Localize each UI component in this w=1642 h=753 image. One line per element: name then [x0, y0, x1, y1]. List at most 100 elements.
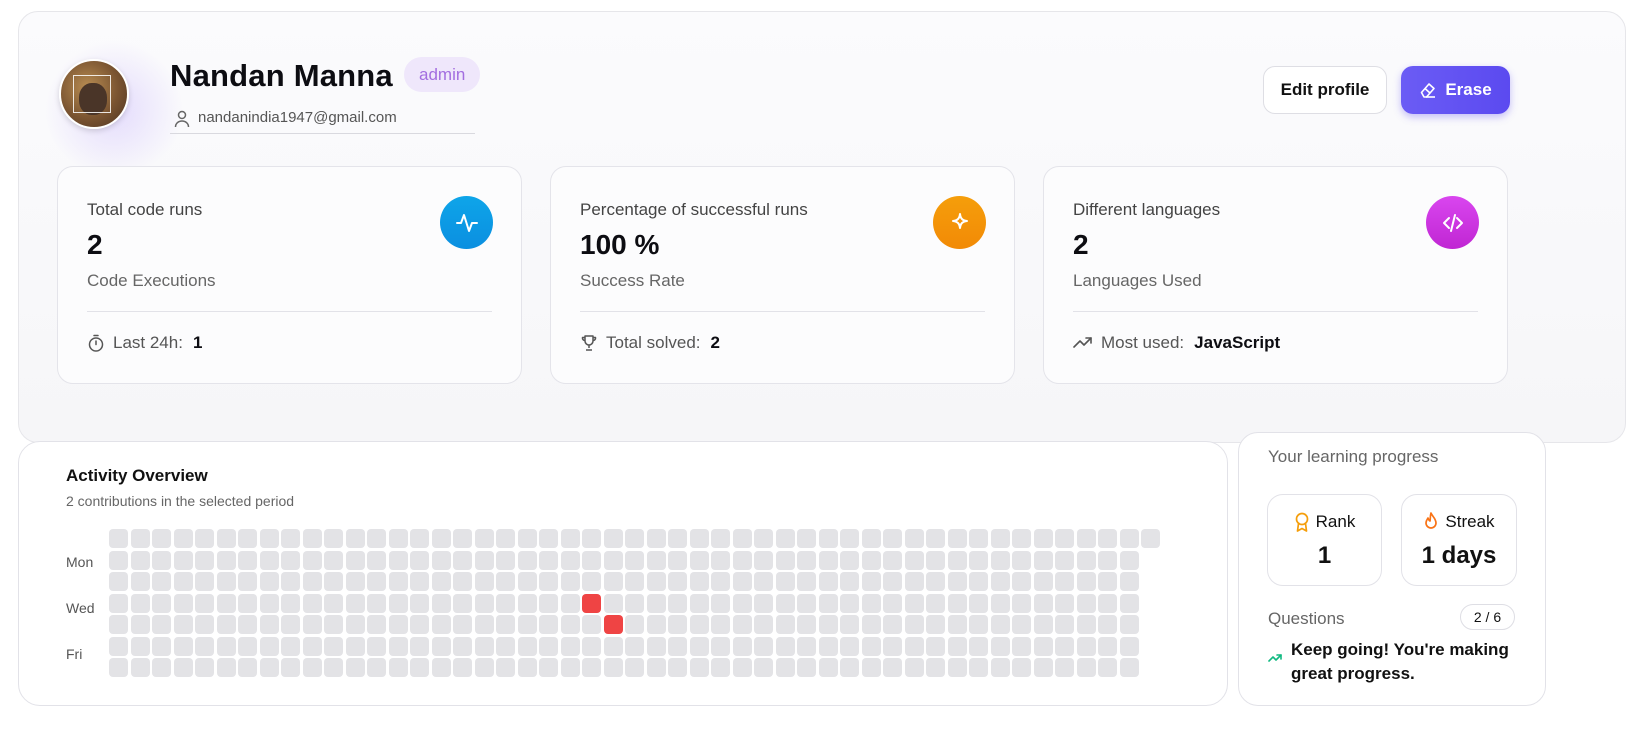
contribution-cell[interactable] — [131, 529, 150, 548]
contribution-cell[interactable] — [217, 637, 236, 656]
contribution-cell[interactable] — [539, 529, 558, 548]
contribution-cell[interactable] — [948, 529, 967, 548]
contribution-cell[interactable] — [174, 637, 193, 656]
contribution-cell[interactable] — [625, 594, 644, 613]
contribution-cell[interactable] — [1012, 615, 1031, 634]
contribution-cell[interactable] — [453, 594, 472, 613]
contribution-cell[interactable] — [238, 615, 257, 634]
contribution-cell[interactable] — [1012, 551, 1031, 570]
contribution-cell[interactable] — [496, 594, 515, 613]
contribution-cell[interactable] — [948, 637, 967, 656]
contribution-cell[interactable] — [389, 551, 408, 570]
contribution-cell[interactable] — [518, 637, 537, 656]
contribution-cell[interactable] — [647, 551, 666, 570]
contribution-cell[interactable] — [453, 551, 472, 570]
contribution-cell[interactable] — [432, 529, 451, 548]
contribution-cell[interactable] — [776, 615, 795, 634]
contribution-cell[interactable] — [1077, 529, 1096, 548]
contribution-cell[interactable] — [991, 572, 1010, 591]
contribution-cell[interactable] — [496, 658, 515, 677]
contribution-cell[interactable] — [969, 572, 988, 591]
contribution-cell[interactable] — [432, 572, 451, 591]
contribution-cell[interactable] — [819, 572, 838, 591]
contribution-cell[interactable] — [733, 572, 752, 591]
contribution-cell[interactable] — [367, 637, 386, 656]
contribution-cell[interactable] — [668, 637, 687, 656]
contribution-cell[interactable] — [518, 529, 537, 548]
contribution-cell[interactable] — [604, 615, 623, 634]
contribution-cell[interactable] — [690, 529, 709, 548]
contribution-cell[interactable] — [561, 529, 580, 548]
contribution-cell[interactable] — [926, 551, 945, 570]
contribution-cell[interactable] — [453, 572, 472, 591]
contribution-cell[interactable] — [862, 637, 881, 656]
contribution-cell[interactable] — [1077, 615, 1096, 634]
contribution-cell[interactable] — [969, 637, 988, 656]
contribution-cell[interactable] — [948, 658, 967, 677]
contribution-cell[interactable] — [754, 615, 773, 634]
contribution-cell[interactable] — [991, 637, 1010, 656]
contribution-cell[interactable] — [754, 572, 773, 591]
contribution-cell[interactable] — [582, 529, 601, 548]
contribution-cell[interactable] — [1055, 637, 1074, 656]
contribution-cell[interactable] — [840, 637, 859, 656]
contribution-cell[interactable] — [195, 615, 214, 634]
contribution-cell[interactable] — [905, 529, 924, 548]
contribution-cell[interactable] — [797, 529, 816, 548]
contribution-cell[interactable] — [862, 529, 881, 548]
contribution-cell[interactable] — [281, 637, 300, 656]
contribution-cell[interactable] — [346, 572, 365, 591]
contribution-cell[interactable] — [174, 658, 193, 677]
contribution-cell[interactable] — [195, 594, 214, 613]
contribution-cell[interactable] — [324, 658, 343, 677]
contribution-cell[interactable] — [1098, 658, 1117, 677]
contribution-cell[interactable] — [109, 551, 128, 570]
contribution-cell[interactable] — [1012, 529, 1031, 548]
contribution-cell[interactable] — [711, 529, 730, 548]
contribution-cell[interactable] — [582, 594, 601, 613]
contribution-cell[interactable] — [1034, 529, 1053, 548]
contribution-cell[interactable] — [281, 658, 300, 677]
contribution-cell[interactable] — [109, 572, 128, 591]
contribution-cell[interactable] — [647, 529, 666, 548]
contribution-cell[interactable] — [1120, 572, 1139, 591]
contribution-cell[interactable] — [152, 637, 171, 656]
contribution-cell[interactable] — [776, 594, 795, 613]
contribution-cell[interactable] — [1055, 658, 1074, 677]
contribution-cell[interactable] — [238, 551, 257, 570]
contribution-cell[interactable] — [926, 615, 945, 634]
contribution-cell[interactable] — [840, 529, 859, 548]
contribution-cell[interactable] — [668, 658, 687, 677]
contribution-cell[interactable] — [152, 551, 171, 570]
contribution-cell[interactable] — [367, 551, 386, 570]
contribution-cell[interactable] — [346, 594, 365, 613]
contribution-cell[interactable] — [518, 615, 537, 634]
contribution-cell[interactable] — [109, 637, 128, 656]
contribution-cell[interactable] — [260, 658, 279, 677]
contribution-cell[interactable] — [432, 551, 451, 570]
contribution-cell[interactable] — [367, 572, 386, 591]
contribution-cell[interactable] — [776, 529, 795, 548]
contribution-cell[interactable] — [819, 615, 838, 634]
contribution-cell[interactable] — [883, 637, 902, 656]
contribution-cell[interactable] — [905, 615, 924, 634]
contribution-cell[interactable] — [174, 572, 193, 591]
contribution-cell[interactable] — [174, 594, 193, 613]
contribution-cell[interactable] — [238, 572, 257, 591]
contribution-cell[interactable] — [131, 637, 150, 656]
contribution-cell[interactable] — [1055, 551, 1074, 570]
contribution-cell[interactable] — [1098, 551, 1117, 570]
contribution-cell[interactable] — [195, 551, 214, 570]
contribution-cell[interactable] — [1034, 594, 1053, 613]
contribution-cell[interactable] — [625, 637, 644, 656]
contribution-cell[interactable] — [174, 615, 193, 634]
contribution-cell[interactable] — [518, 594, 537, 613]
contribution-cell[interactable] — [260, 637, 279, 656]
contribution-cell[interactable] — [625, 551, 644, 570]
contribution-cell[interactable] — [260, 529, 279, 548]
contribution-cell[interactable] — [797, 615, 816, 634]
contribution-cell[interactable] — [1077, 572, 1096, 591]
contribution-cell[interactable] — [862, 551, 881, 570]
contribution-cell[interactable] — [410, 594, 429, 613]
contribution-cell[interactable] — [217, 615, 236, 634]
